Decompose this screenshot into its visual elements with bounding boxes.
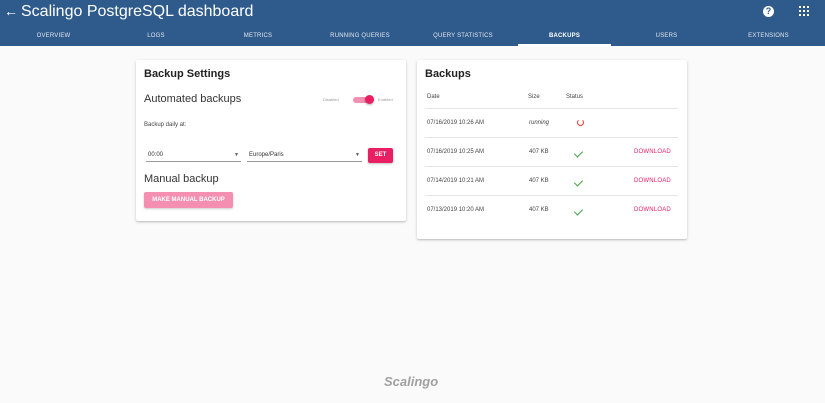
table-row: 07/14/2019 10:21 AM 407 KB DOWNLOAD xyxy=(425,166,678,195)
backup-size: running xyxy=(529,120,550,126)
backups-title: Backups xyxy=(425,68,471,80)
manual-backup-title: Manual backup xyxy=(144,173,219,185)
app-bar: ← Scalingo PostgreSQL dashboard ? OVERVI… xyxy=(0,0,825,46)
column-header-size: Size xyxy=(528,94,540,100)
tab-backups[interactable]: BACKUPS xyxy=(518,26,611,46)
tab-extensions[interactable]: EXTENSIONS xyxy=(722,26,815,46)
help-icon[interactable]: ? xyxy=(763,6,774,17)
top-toolbar: ← Scalingo PostgreSQL dashboard ? xyxy=(0,0,825,26)
toggle-disabled-label: Disabled xyxy=(323,97,339,102)
toggle-thumb xyxy=(365,95,374,104)
backup-time-value: 00:00 xyxy=(148,152,164,158)
make-manual-backup-button[interactable]: MAKE MANUAL BACKUP xyxy=(144,192,233,208)
automated-backups-toggle[interactable] xyxy=(353,95,374,104)
spinner-icon xyxy=(577,119,584,126)
tab-metrics[interactable]: METRICS xyxy=(205,26,311,46)
caret-down-icon: ▼ xyxy=(234,152,239,158)
download-link[interactable]: DOWNLOAD xyxy=(634,196,671,225)
table-row: 07/16/2019 10:25 AM 407 KB DOWNLOAD xyxy=(425,137,678,166)
backup-daily-label: Backup daily at: xyxy=(144,122,187,128)
backup-size: 407 KB xyxy=(529,207,549,213)
column-header-status: Status xyxy=(566,94,584,100)
backup-settings-title: Backup Settings xyxy=(144,68,231,80)
tab-users[interactable]: USERS xyxy=(611,26,722,46)
backup-date: 07/14/2019 10:21 AM xyxy=(427,178,485,184)
scalingo-logo: Scalingo xyxy=(384,374,439,389)
timezone-value: Europe/Paris xyxy=(249,152,284,158)
download-link[interactable]: DOWNLOAD xyxy=(634,167,671,196)
backup-size: 407 KB xyxy=(529,149,549,155)
table-row: 07/16/2019 10:26 AM running xyxy=(425,108,678,137)
set-button[interactable]: SET xyxy=(368,148,393,163)
tab-logs[interactable]: LOGS xyxy=(107,26,205,46)
page-title: Scalingo PostgreSQL dashboard xyxy=(21,3,254,20)
automated-backups-title: Automated backups xyxy=(144,93,242,105)
tab-bar: OVERVIEW LOGS METRICS RUNNING QUERIES QU… xyxy=(0,26,825,46)
backup-time-select[interactable]: 00:00 ▼ xyxy=(146,148,241,162)
tab-running-queries[interactable]: RUNNING QUERIES xyxy=(311,26,409,46)
toggle-enabled-label: Enabled xyxy=(378,97,393,102)
backup-size: 407 KB xyxy=(529,178,549,184)
tab-query-statistics[interactable]: QUERY STATISTICS xyxy=(409,26,517,46)
arrow-left-icon[interactable]: ← xyxy=(4,3,18,19)
column-header-date: Date xyxy=(427,94,440,100)
table-row: 07/13/2019 10:20 AM 407 KB DOWNLOAD xyxy=(425,195,678,224)
download-link[interactable]: DOWNLOAD xyxy=(634,138,671,167)
check-icon xyxy=(573,148,584,158)
check-icon xyxy=(573,206,584,216)
apps-grid-icon[interactable] xyxy=(799,6,809,16)
backup-date: 07/16/2019 10:26 AM xyxy=(427,120,485,126)
backup-date: 07/16/2019 10:25 AM xyxy=(427,149,485,155)
backups-card: Backups Date Size Status 07/16/2019 10:2… xyxy=(417,60,687,239)
tab-overview[interactable]: OVERVIEW xyxy=(0,26,107,46)
caret-down-icon: ▼ xyxy=(355,152,360,158)
backup-date: 07/13/2019 10:20 AM xyxy=(427,207,485,213)
backup-settings-card: Backup Settings Automated backups Disabl… xyxy=(136,60,406,221)
timezone-select[interactable]: Europe/Paris ▼ xyxy=(247,148,362,162)
check-icon xyxy=(573,177,584,187)
